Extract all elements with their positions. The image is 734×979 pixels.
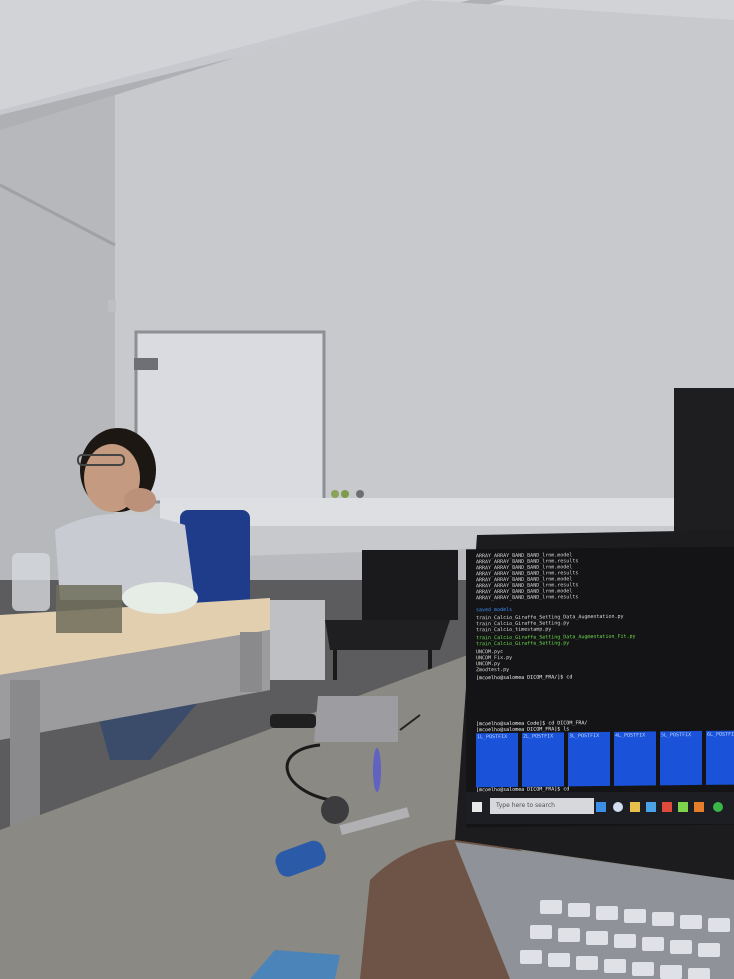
taskview-icon: [596, 802, 606, 812]
terminal-dir-block: 3L_POSTFIX: [568, 731, 610, 787]
terminal-line: train_Calcio_timestamp.py: [476, 626, 552, 634]
taskbar-search-input[interactable]: Type here to search: [490, 798, 594, 814]
terminal-dir-line: saved_models: [476, 606, 513, 614]
terminal-exe-line: train_Calcio_Giraffe_Setting.py: [476, 640, 570, 648]
terminal-dir-block: 1L_POSTFIX: [476, 732, 518, 788]
app-icon: [694, 802, 704, 812]
terminal-dir-block: 4L_POSTFIX: [614, 731, 656, 786]
laptop: [455, 530, 734, 979]
photo-scene: ARRAY_ARRAY_BAND_BAND_lrnm.model ARRAY_A…: [0, 0, 734, 979]
store-icon: [646, 802, 656, 812]
terminal-line: ARRAY_ARRAY_BAND_BAND_lrnm.results: [476, 594, 579, 602]
terminal-dir-block: 6L_POSTFIX: [706, 730, 734, 785]
mail-icon: [662, 802, 672, 812]
terminal-window: ARRAY_ARRAY_BAND_BAND_lrnm.model ARRAY_A…: [466, 546, 734, 828]
terminal-dir-block: 2L_POSTFIX: [522, 732, 564, 787]
explorer-icon: [630, 802, 640, 812]
app-icon: [678, 802, 688, 812]
chrome-icon: [713, 802, 723, 812]
terminal-line: Zmodtest.py: [476, 666, 510, 674]
terminal-dir-block: 5L_POSTFIX: [660, 730, 702, 786]
terminal-prompt: [mcoelho@salomea DICOM_FRA/]$ cd: [476, 674, 573, 682]
start-icon: [472, 802, 482, 812]
edge-icon: [613, 802, 623, 812]
